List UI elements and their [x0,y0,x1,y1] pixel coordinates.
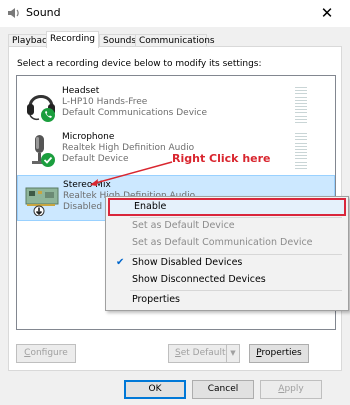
tab-strip: Playback Recording Sounds Communications [8,31,342,48]
speaker-icon [8,8,19,18]
device-status: Default Communications Device [62,108,208,118]
window-title: Sound [26,6,61,19]
headset-icon [27,95,55,122]
sound-card-icon [25,187,59,216]
level-meter [295,133,307,169]
annotation-label: Right Click here [172,152,271,165]
level-meter [295,87,307,123]
instruction-text: Select a recording device below to modif… [17,59,262,69]
menu-item-set-default-device[interactable]: Set as Default Device [108,217,346,235]
cancel-button[interactable]: Cancel [192,380,254,399]
menu-item-enable[interactable]: Enable [108,198,346,216]
device-driver: L-HP10 Hands-Free [62,97,148,107]
set-default-button[interactable]: Set Default ▼ [168,344,240,363]
ok-button[interactable]: OK [124,380,186,399]
context-menu: Enable Set as Default Device Set as Defa… [105,196,349,311]
check-badge-icon [41,153,55,167]
menu-item-set-default-communication-device[interactable]: Set as Default Communication Device [108,234,346,252]
checkmark-icon: ✔ [116,257,125,268]
apply-button[interactable]: Apply [260,380,322,399]
device-name: Stereo Mix [63,180,111,190]
properties-button[interactable]: Properties [249,344,309,363]
microphone-icon [32,135,55,167]
menu-item-properties[interactable]: Properties [108,291,346,309]
device-name: Microphone [62,132,115,142]
phone-badge-icon [41,108,55,122]
chevron-down-icon[interactable]: ▼ [226,345,239,362]
device-name: Headset [62,86,100,96]
device-microphone[interactable]: Microphone Realtek High Definition Audio… [17,128,335,174]
tab-recording[interactable]: Recording [46,31,99,48]
menu-item-show-disconnected-devices[interactable]: Show Disconnected Devices [108,271,346,289]
configure-button[interactable]: Configure [16,344,76,363]
title-bar: Sound ✕ [0,0,350,27]
menu-item-show-disabled-devices[interactable]: ✔ Show Disabled Devices [108,254,346,272]
close-button[interactable]: ✕ [304,0,350,27]
device-headset[interactable]: Headset L-HP10 Hands-Free Default Commun… [17,82,335,128]
